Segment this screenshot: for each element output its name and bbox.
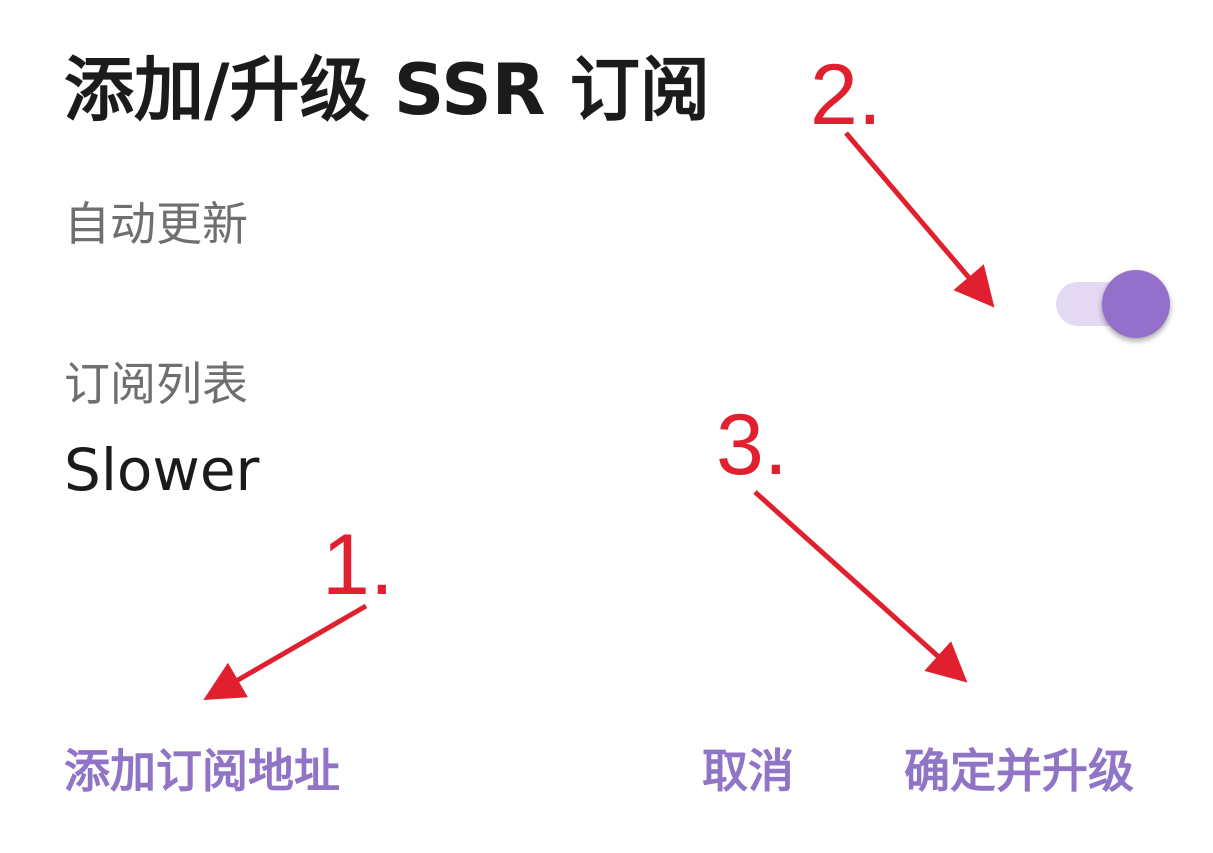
- auto-update-switch[interactable]: [1056, 270, 1172, 338]
- auto-update-label: 自动更新: [64, 197, 248, 251]
- arrow-1-icon: [203, 603, 368, 701]
- cancel-button[interactable]: 取消: [702, 740, 794, 802]
- add-subscription-url-button[interactable]: 添加订阅地址: [64, 740, 340, 802]
- switch-thumb: [1102, 270, 1170, 338]
- subscription-list-label: 订阅列表: [64, 357, 248, 411]
- arrow-3-icon: [753, 490, 968, 683]
- annotation-step-3: 3.: [716, 397, 788, 493]
- subscription-dialog: 添加/升级 SSR 订阅 自动更新 订阅列表 Slower 添加订阅地址 取消 …: [0, 0, 1213, 853]
- arrow-2-icon: [844, 131, 995, 308]
- confirm-upgrade-button[interactable]: 确定并升级: [904, 740, 1134, 802]
- dialog-title: 添加/升级 SSR 订阅: [64, 49, 710, 131]
- annotation-step-2: 2.: [810, 47, 882, 143]
- subscription-list-value: Slower: [64, 436, 260, 504]
- annotation-step-1: 1.: [322, 517, 394, 613]
